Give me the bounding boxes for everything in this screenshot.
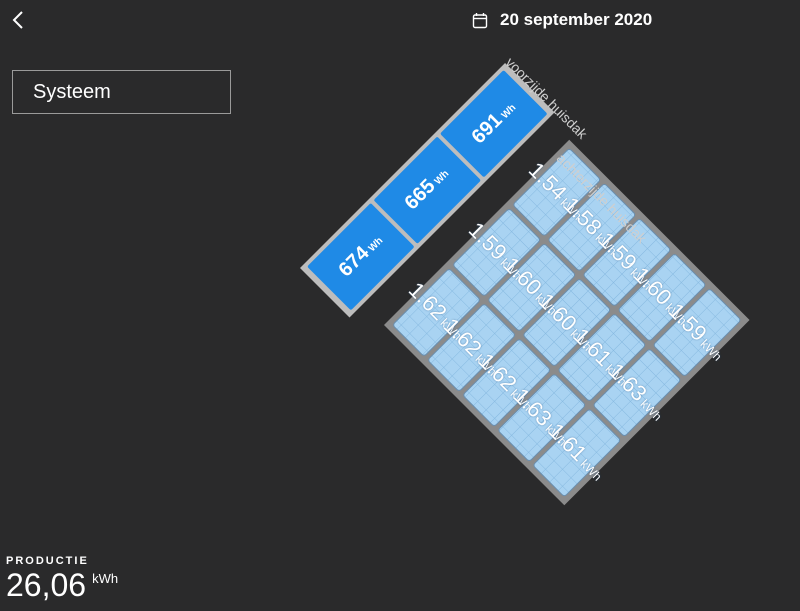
roof-layout — [300, 62, 750, 506]
production-value: 26,06 — [6, 567, 87, 603]
production-label: PRODUCTIE — [6, 555, 89, 567]
production-total: 26,06 kWh — [6, 567, 118, 604]
production-unit: kWh — [92, 571, 119, 586]
